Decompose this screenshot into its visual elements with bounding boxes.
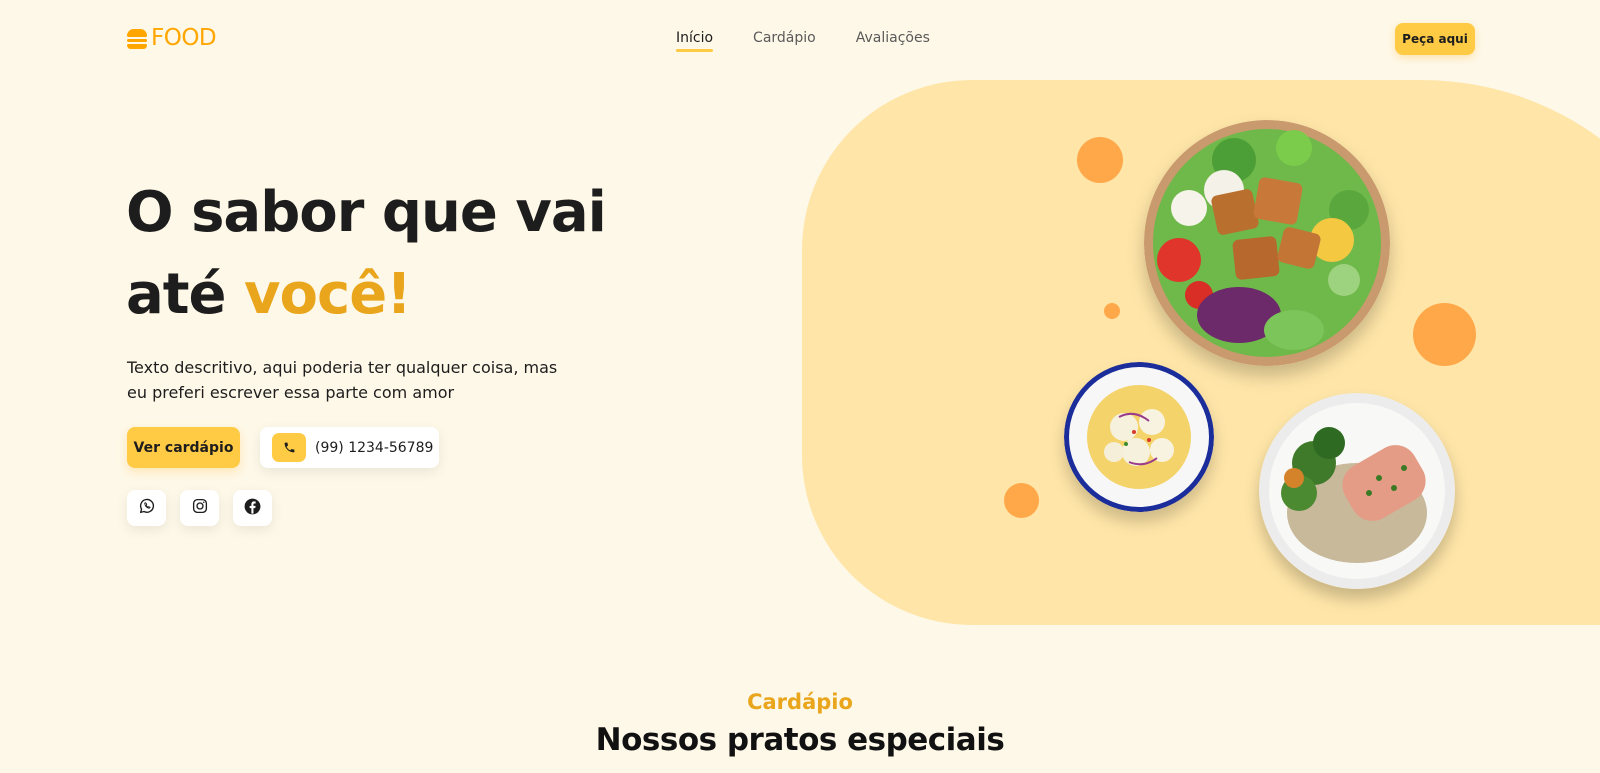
phone-number: (99) 1234-56789 [315,439,434,456]
ceviche-bowl-image [1064,362,1214,512]
salad-bowl-image [1144,120,1390,366]
whatsapp-icon [138,497,156,519]
hero-title: O sabor que vai até você! [126,172,686,336]
view-menu-button[interactable]: Ver cardápio [127,427,240,468]
main-nav: Início Cardápio Avaliações [676,30,930,52]
instagram-button[interactable] [180,490,219,526]
hero-title-accent: você! [244,262,412,327]
facebook-button[interactable] [233,490,272,526]
hero-title-line1: O sabor que vai [126,180,607,245]
decorative-dot [1104,303,1120,319]
decorative-dot [1077,137,1123,183]
section-title: Nossos pratos especiais [595,722,1005,758]
nav-item-avaliacoes[interactable]: Avaliações [856,30,930,50]
nav-item-inicio[interactable]: Início [676,30,714,52]
nav-item-cardapio[interactable]: Cardápio [753,30,816,50]
salmon-plate-image [1259,393,1455,589]
phone-icon [272,433,306,462]
order-button[interactable]: Peça aqui [1395,23,1475,55]
facebook-icon [243,497,262,520]
phone-button[interactable]: (99) 1234-56789 [260,427,439,468]
logo-text: FOOD [151,25,217,51]
decorative-dot [1413,303,1476,366]
instagram-icon [191,497,209,519]
hero-description: Texto descritivo, aqui poderia ter qualq… [127,358,558,402]
burger-icon [127,29,147,49]
logo[interactable]: FOOD [127,25,217,51]
landing-page: FOOD Início Cardápio Avaliações Peça aqu… [0,0,1600,773]
decorative-dot [1004,483,1039,518]
whatsapp-button[interactable] [127,490,166,526]
section-tag: Cardápio [747,690,853,714]
hero-title-line2-prefix: até [126,262,245,327]
